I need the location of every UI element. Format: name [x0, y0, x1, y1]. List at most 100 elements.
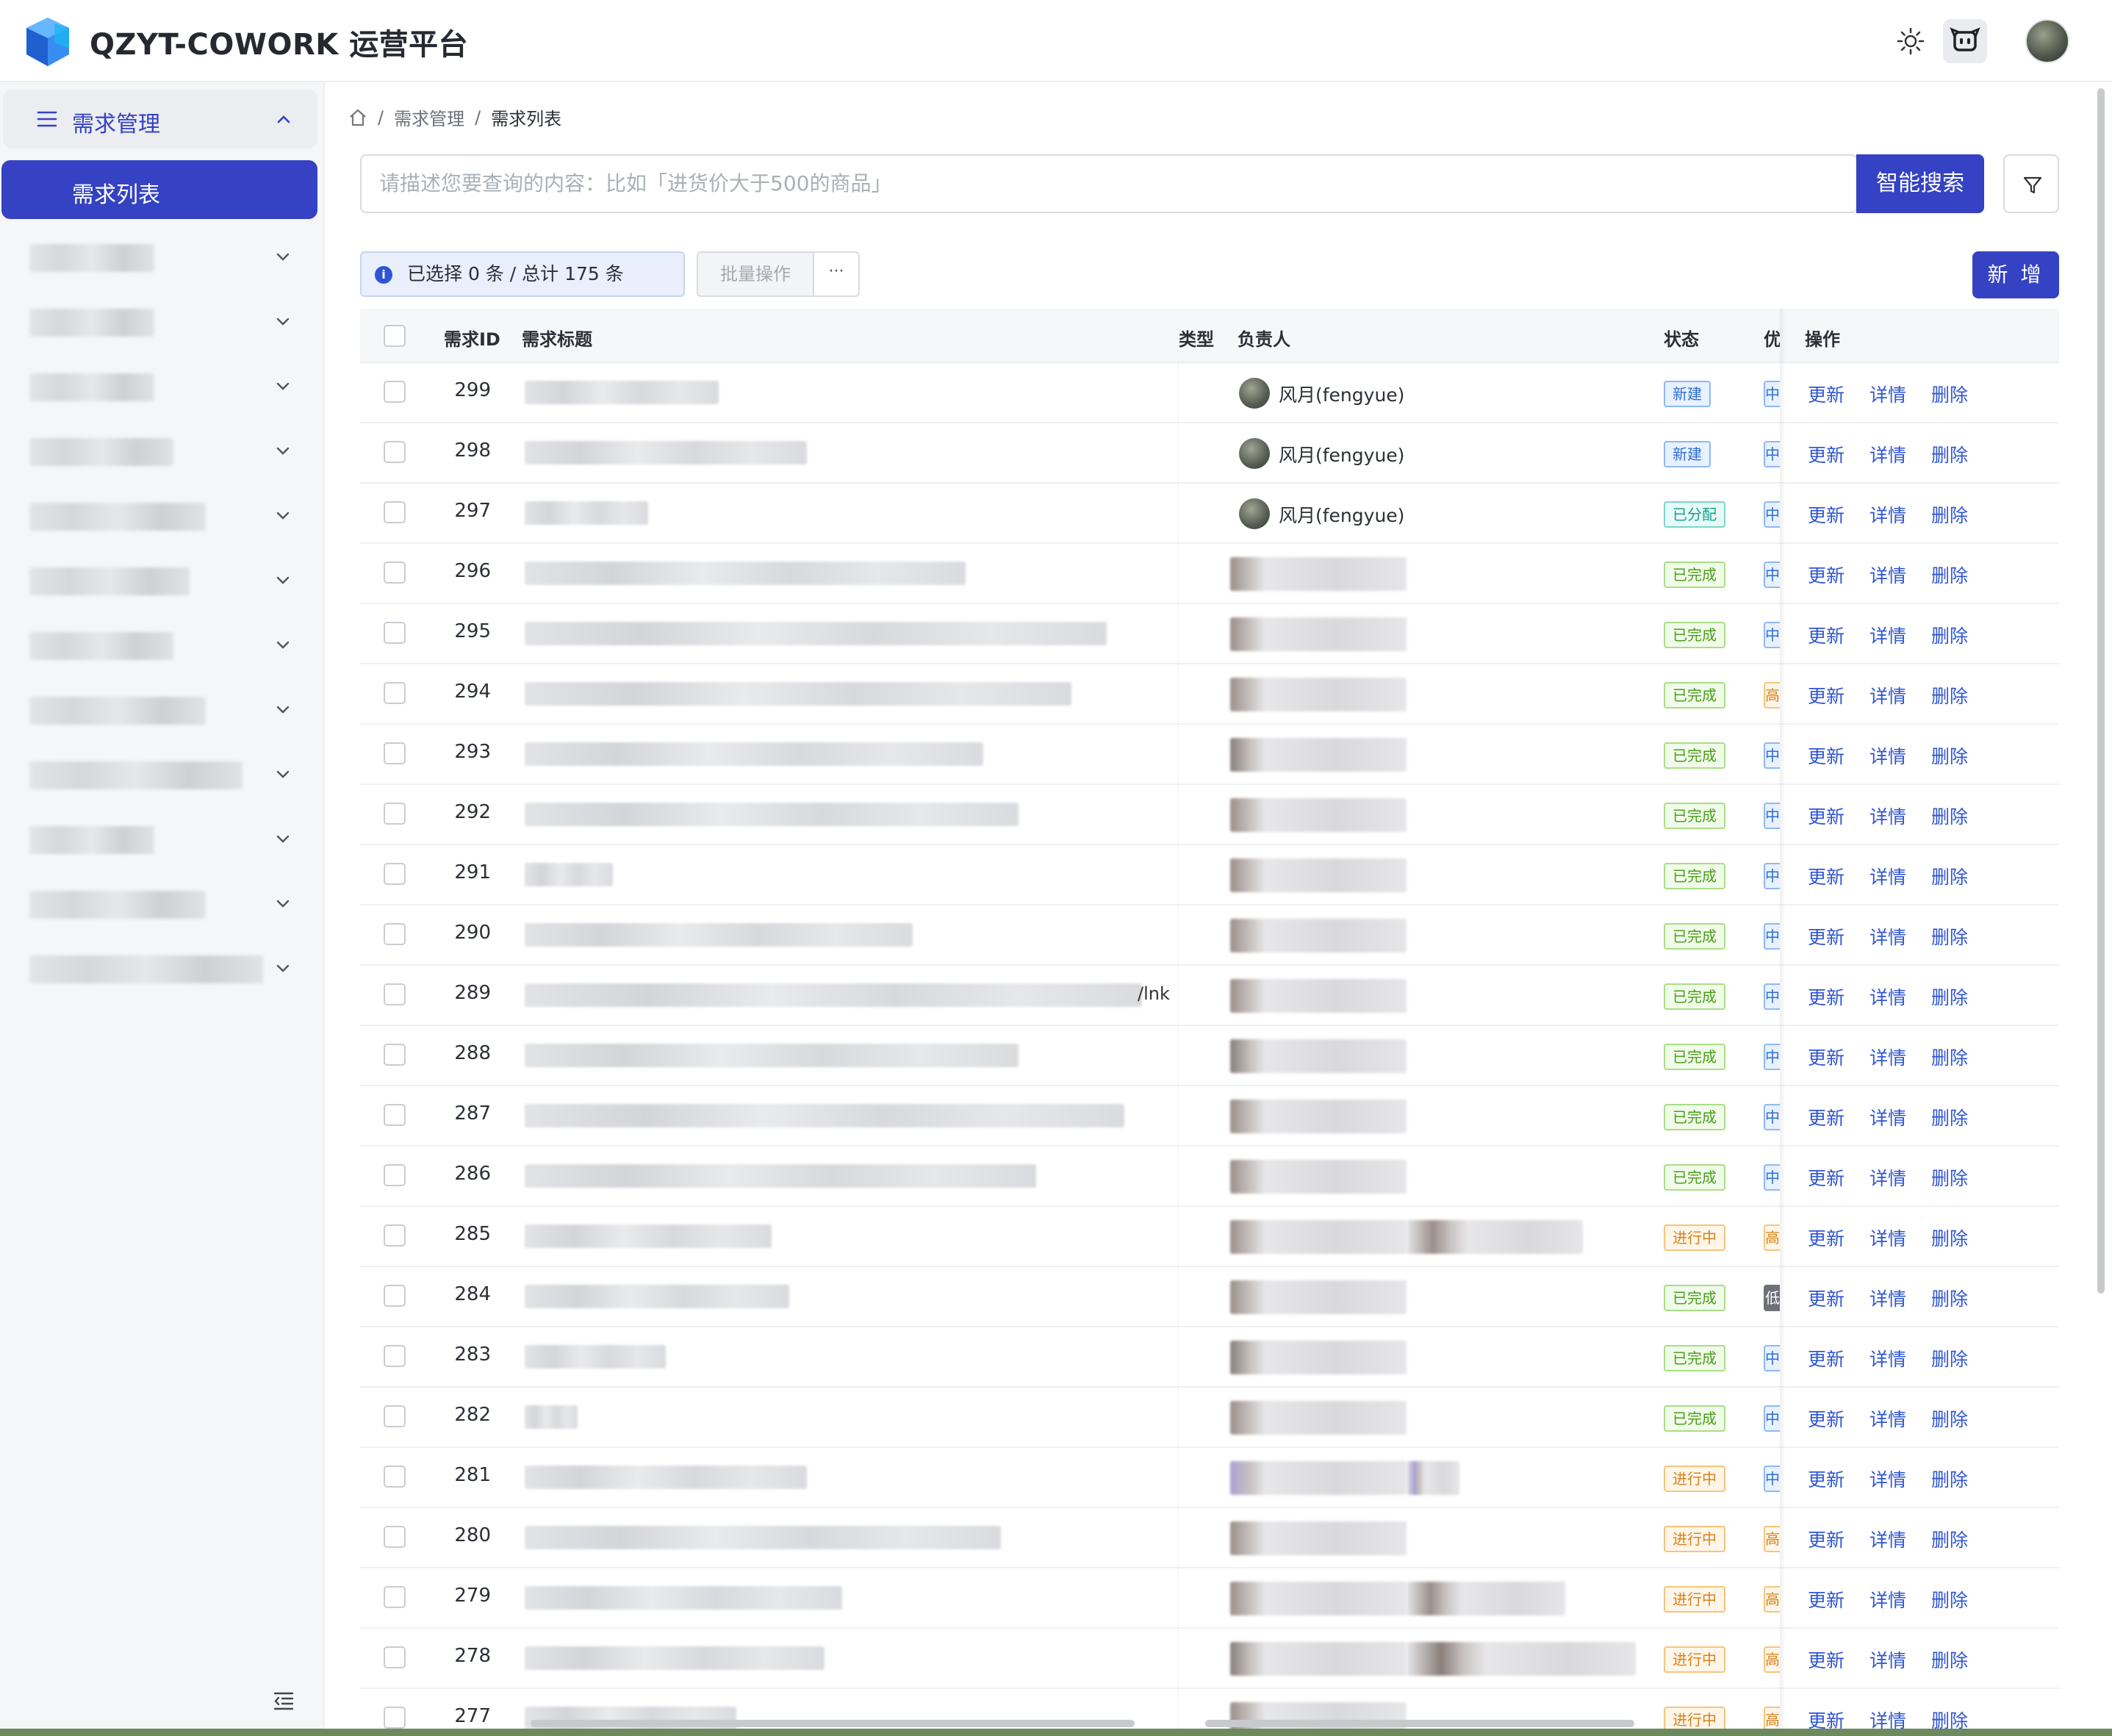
delete-link[interactable]: 删除: [1931, 923, 1968, 950]
table-row[interactable]: 293 已完成 中 更新 详情 删除: [360, 725, 2059, 785]
sidebar-item-blurred[interactable]: [0, 686, 317, 734]
delete-link[interactable]: 删除: [1931, 381, 1968, 407]
detail-link[interactable]: 详情: [1869, 1224, 1906, 1251]
delete-link[interactable]: 删除: [1931, 983, 1968, 1010]
vertical-scrollbar[interactable]: [2097, 88, 2105, 1294]
requirement-title-blurred[interactable]: [525, 622, 1107, 645]
select-all-checkbox[interactable]: [384, 325, 406, 347]
requirement-title-blurred[interactable]: [525, 1405, 578, 1429]
add-button[interactable]: 新 增: [1972, 251, 2059, 298]
detail-link[interactable]: 详情: [1869, 742, 1906, 769]
update-link[interactable]: 更新: [1808, 803, 1845, 829]
table-row[interactable]: 299 风月(fengyue) 新建 中 更新 详情 删除: [360, 363, 2059, 423]
requirement-title-blurred[interactable]: [525, 1526, 1001, 1549]
row-checkbox[interactable]: [384, 1044, 406, 1066]
row-checkbox[interactable]: [384, 682, 406, 704]
requirement-title-blurred[interactable]: [525, 1044, 1019, 1067]
update-link[interactable]: 更新: [1808, 1104, 1845, 1130]
filter-button[interactable]: [2003, 154, 2059, 213]
delete-link[interactable]: 删除: [1931, 1104, 1968, 1130]
requirement-title-blurred[interactable]: [525, 1224, 772, 1248]
delete-link[interactable]: 删除: [1931, 622, 1968, 648]
update-link[interactable]: 更新: [1808, 441, 1845, 467]
requirement-title-blurred[interactable]: [525, 742, 983, 766]
sidebar-item-blurred[interactable]: [0, 557, 317, 604]
row-checkbox[interactable]: [384, 381, 406, 403]
horizontal-scrollbar-right[interactable]: [1205, 1720, 1634, 1727]
sidebar-item-blurred[interactable]: [0, 751, 317, 798]
delete-link[interactable]: 删除: [1931, 682, 1968, 709]
requirement-title-blurred[interactable]: [525, 1285, 789, 1308]
update-link[interactable]: 更新: [1808, 1224, 1845, 1251]
requirement-title-blurred[interactable]: [525, 562, 966, 585]
row-checkbox[interactable]: [384, 622, 406, 644]
detail-link[interactable]: 详情: [1869, 923, 1906, 950]
update-link[interactable]: 更新: [1808, 1526, 1845, 1552]
requirement-title-blurred[interactable]: [525, 1104, 1124, 1127]
search-input[interactable]: 请描述您要查询的内容：比如「进货价大于500的商品」: [360, 154, 1858, 213]
row-checkbox[interactable]: [384, 1466, 406, 1488]
delete-link[interactable]: 删除: [1931, 441, 1968, 467]
update-link[interactable]: 更新: [1808, 1405, 1845, 1432]
table-row[interactable]: 278 进行中 高 更新 详情 删除: [360, 1629, 2059, 1689]
detail-link[interactable]: 详情: [1869, 1466, 1906, 1492]
table-row[interactable]: 287 已完成 中 更新 详情 删除: [360, 1086, 2059, 1147]
row-checkbox[interactable]: [384, 1646, 406, 1668]
requirement-title-blurred[interactable]: [525, 1466, 807, 1489]
row-checkbox[interactable]: [384, 501, 406, 523]
detail-link[interactable]: 详情: [1869, 1646, 1906, 1673]
detail-link[interactable]: 详情: [1869, 1104, 1906, 1130]
detail-link[interactable]: 详情: [1869, 803, 1906, 829]
requirement-title-blurred[interactable]: [525, 1586, 842, 1610]
detail-link[interactable]: 详情: [1869, 1405, 1906, 1432]
delete-link[interactable]: 删除: [1931, 803, 1968, 829]
requirement-title-blurred[interactable]: [525, 441, 807, 465]
row-checkbox[interactable]: [384, 1224, 406, 1247]
delete-link[interactable]: 删除: [1931, 1646, 1968, 1673]
row-checkbox[interactable]: [384, 1285, 406, 1307]
row-checkbox[interactable]: [384, 983, 406, 1005]
table-row[interactable]: 285 进行中 高 更新 详情 删除: [360, 1207, 2059, 1267]
sun-icon[interactable]: [1896, 26, 1925, 56]
sidebar-group-requirements[interactable]: 需求管理: [3, 90, 317, 148]
requirement-title-blurred[interactable]: [525, 1164, 1036, 1188]
update-link[interactable]: 更新: [1808, 1345, 1845, 1371]
delete-link[interactable]: 删除: [1931, 1526, 1968, 1552]
delete-link[interactable]: 删除: [1931, 1044, 1968, 1070]
row-checkbox[interactable]: [384, 1586, 406, 1608]
detail-link[interactable]: 详情: [1869, 441, 1906, 467]
delete-link[interactable]: 删除: [1931, 742, 1968, 769]
row-checkbox[interactable]: [384, 1405, 406, 1427]
sidebar-item-blurred[interactable]: [0, 880, 317, 928]
update-link[interactable]: 更新: [1808, 622, 1845, 648]
table-row[interactable]: 290 已完成 中 更新 详情 删除: [360, 905, 2059, 966]
horizontal-scrollbar[interactable]: [531, 1720, 1135, 1727]
table-row[interactable]: 284 已完成 低 更新 详情 删除: [360, 1267, 2059, 1327]
update-link[interactable]: 更新: [1808, 682, 1845, 709]
row-checkbox[interactable]: [384, 1345, 406, 1367]
detail-link[interactable]: 详情: [1869, 562, 1906, 588]
delete-link[interactable]: 删除: [1931, 1466, 1968, 1492]
update-link[interactable]: 更新: [1808, 863, 1845, 889]
delete-link[interactable]: 删除: [1931, 1285, 1968, 1311]
detail-link[interactable]: 详情: [1869, 682, 1906, 709]
row-checkbox[interactable]: [384, 803, 406, 825]
detail-link[interactable]: 详情: [1869, 1345, 1906, 1371]
delete-link[interactable]: 删除: [1931, 863, 1968, 889]
table-row[interactable]: 279 进行中 高 更新 详情 删除: [360, 1568, 2059, 1629]
requirement-title-blurred[interactable]: [525, 1646, 825, 1670]
requirement-title-blurred[interactable]: [525, 682, 1071, 706]
delete-link[interactable]: 删除: [1931, 1405, 1968, 1432]
github-button[interactable]: [1943, 19, 1987, 63]
update-link[interactable]: 更新: [1808, 742, 1845, 769]
smart-search-button[interactable]: 智能搜索: [1856, 154, 1984, 213]
table-row[interactable]: 281 进行中 中 更新 详情 删除: [360, 1448, 2059, 1508]
requirement-title-blurred[interactable]: [525, 1345, 666, 1369]
table-row[interactable]: 288 已完成 中 更新 详情 删除: [360, 1026, 2059, 1086]
table-row[interactable]: 282 已完成 中 更新 详情 删除: [360, 1388, 2059, 1448]
user-avatar[interactable]: [2025, 19, 2069, 63]
table-row[interactable]: 289/lnk 已完成 中 更新 详情 删除: [360, 966, 2059, 1026]
home-icon[interactable]: [348, 108, 367, 127]
sidebar-item-blurred[interactable]: [0, 622, 317, 669]
delete-link[interactable]: 删除: [1931, 562, 1968, 588]
